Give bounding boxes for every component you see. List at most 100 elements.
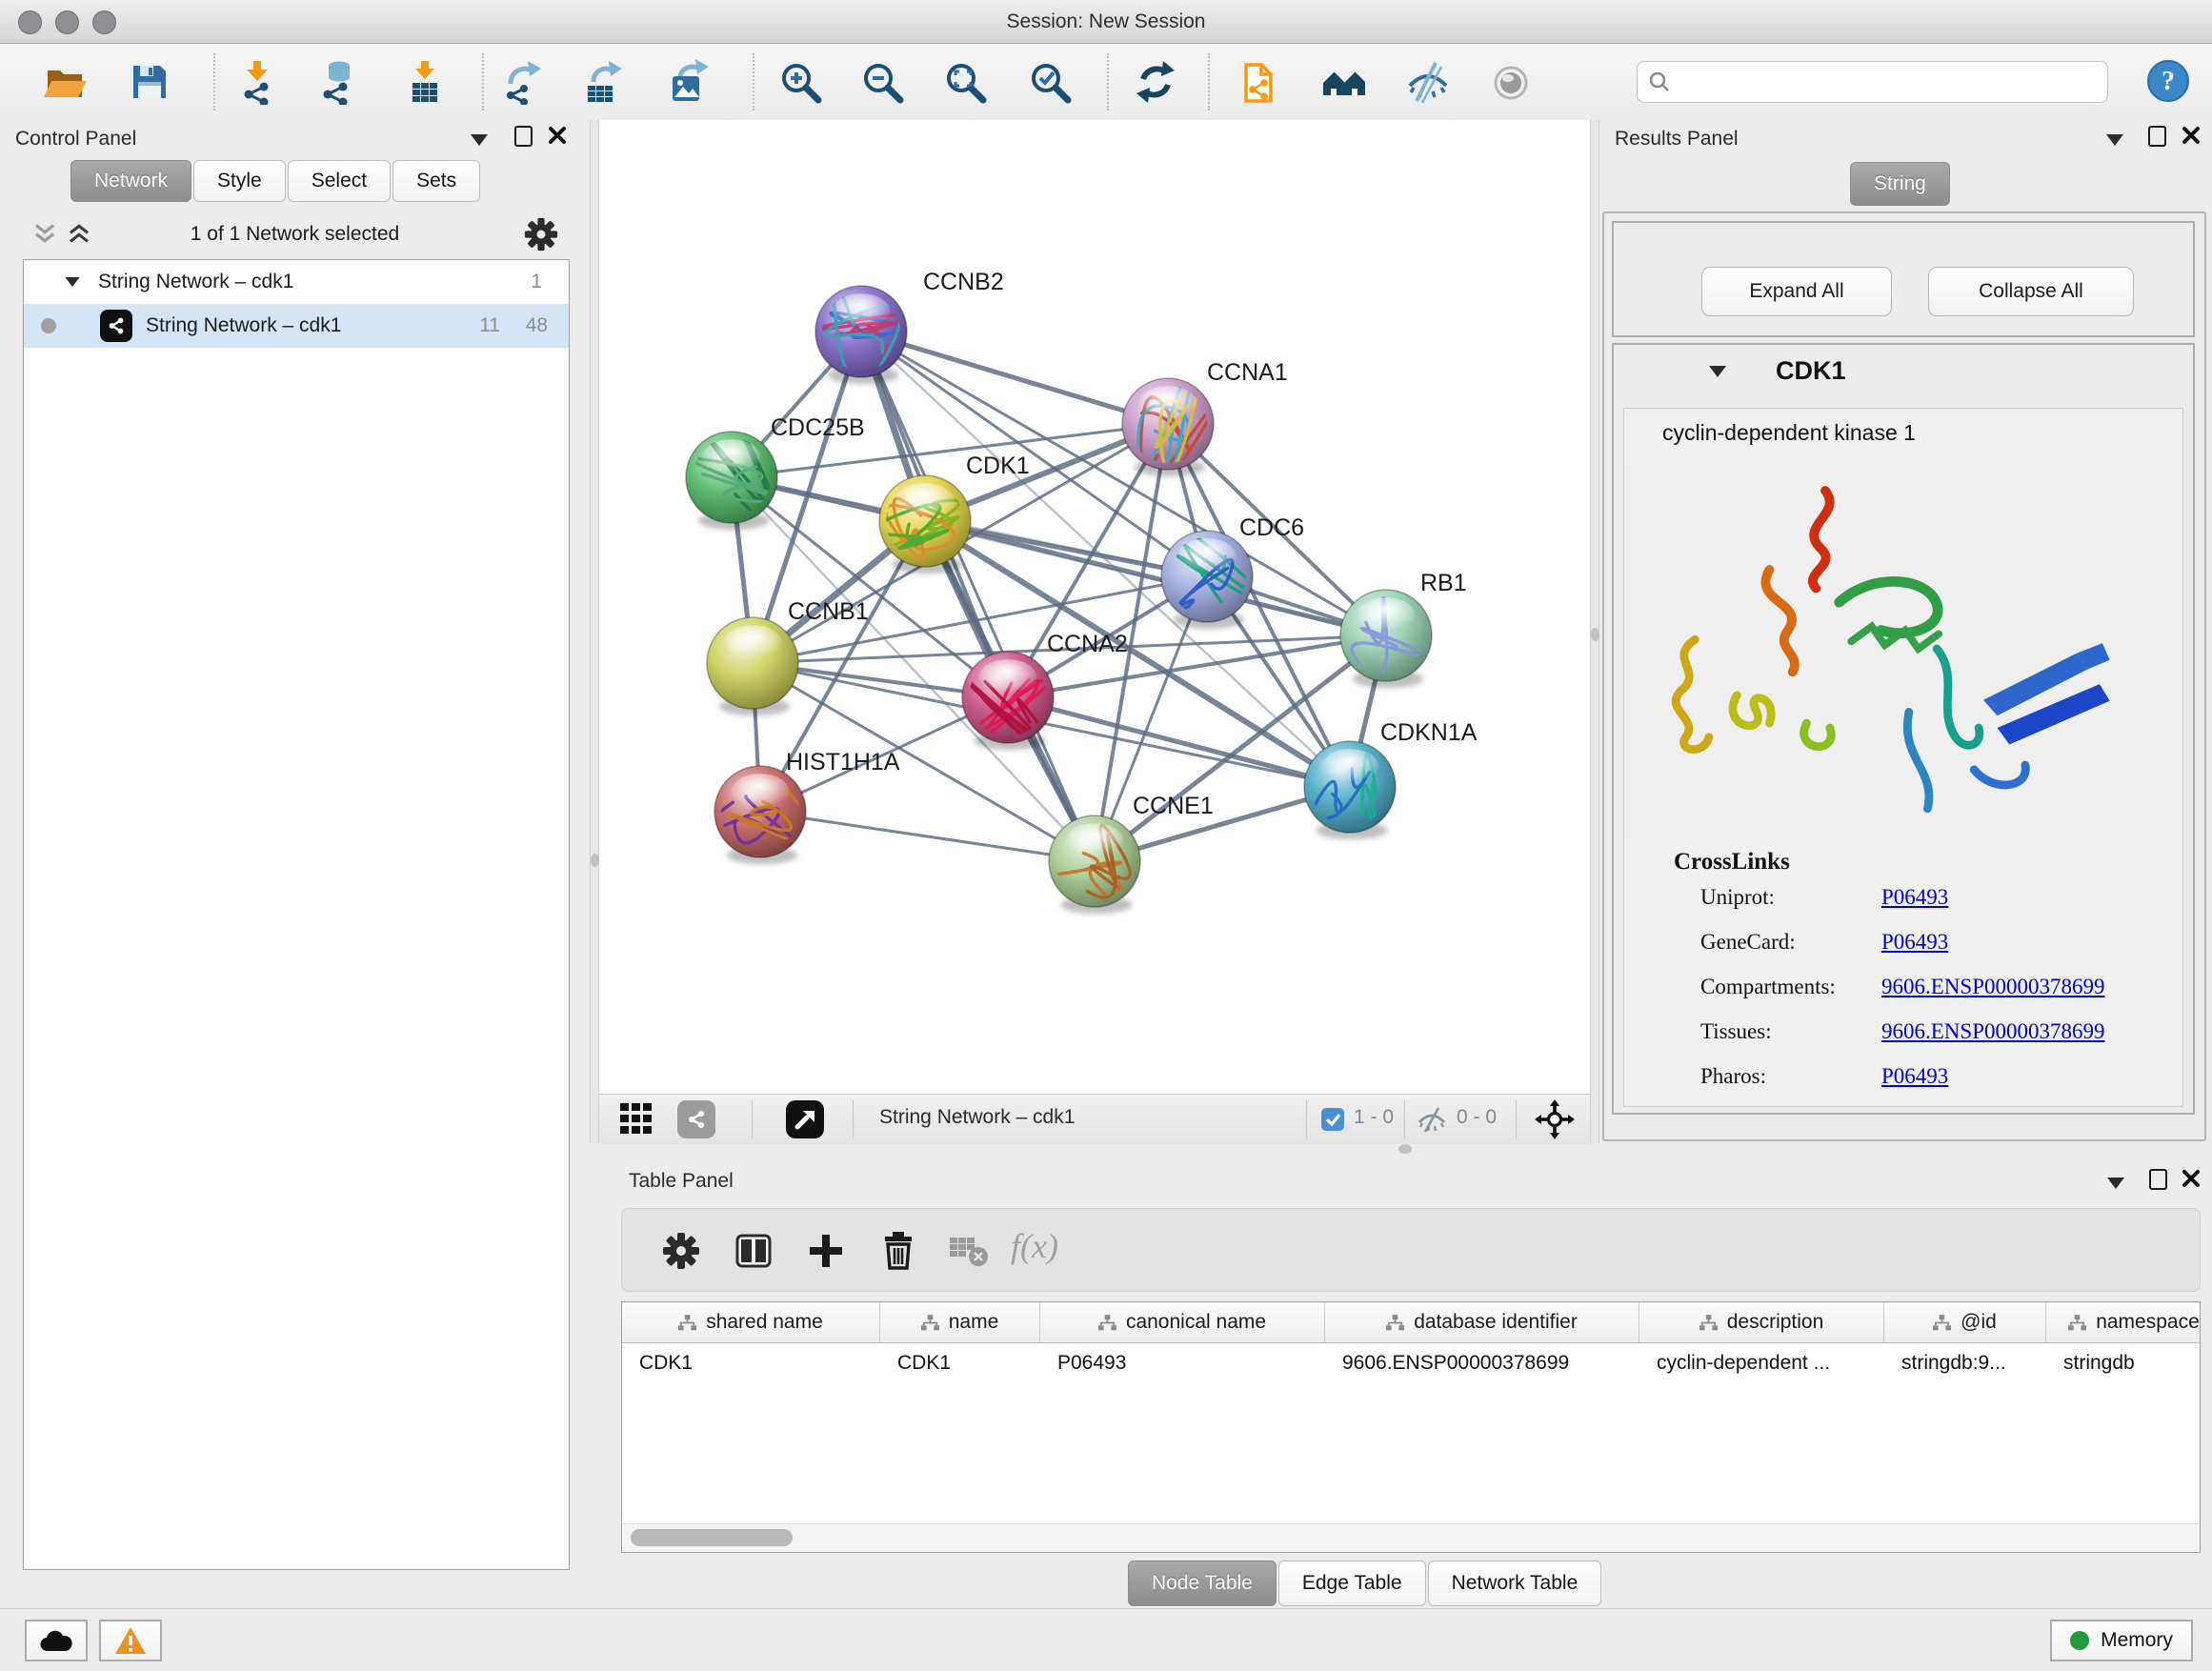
right-splitter-handle[interactable] [1591,628,1599,641]
cloud-button[interactable] [25,1620,88,1661]
share-file-icon[interactable] [1237,59,1282,105]
crosslink-link[interactable]: P06493 [1881,930,1948,955]
crosslink-link[interactable]: P06493 [1881,1064,1948,1089]
show-columns-icon[interactable] [734,1232,773,1270]
tab-select[interactable]: Select [288,160,391,202]
tab-node-table[interactable]: Node Table [1128,1560,1277,1606]
show-all-eye-icon[interactable] [1488,59,1534,105]
left-splitter[interactable] [590,120,599,1143]
tab-string[interactable]: String [1850,162,1950,206]
function-builder-icon[interactable]: f(x) [1011,1226,1058,1266]
gene-entry-expander-icon[interactable] [1709,366,1726,377]
table-cell[interactable]: stringdb [2046,1343,2201,1383]
detach-view-icon[interactable] [786,1100,824,1138]
selected-checkbox-icon[interactable] [1321,1108,1344,1131]
table-panel-float-icon[interactable] [2149,1169,2167,1190]
toolbar-separator [753,53,754,111]
crosslink-link[interactable]: 9606.ENSP00000378699 [1881,975,2105,999]
network-canvas[interactable]: CCNB2CCNA1CDC25BCDK1CDC6RB1CCNB1CCNA2CDK… [599,120,1590,1094]
export-table-icon[interactable] [582,59,628,105]
crosslink-link[interactable]: P06493 [1881,885,1948,910]
zoom-out-icon[interactable] [859,59,905,105]
help-icon[interactable]: ? [2146,59,2190,103]
add-column-icon[interactable] [807,1232,845,1270]
zoom-in-icon[interactable] [777,59,823,105]
tab-network-table[interactable]: Network Table [1428,1560,1602,1606]
save-session-icon[interactable] [127,59,172,105]
table-cell[interactable]: cyclin-dependent ... [1639,1343,1884,1383]
grid-view-icon[interactable] [620,1103,653,1136]
export-network-icon[interactable] [501,59,547,105]
canvas-toolbar-separator [853,1100,854,1138]
control-panel-title: Control Panel [15,128,136,151]
network-collection-row[interactable]: String Network – cdk1 1 [24,260,569,304]
memory-button[interactable]: Memory [2050,1620,2193,1661]
node-table-row[interactable]: CDK1CDK1P064939606.ENSP00000378699cyclin… [622,1343,2200,1383]
string-home-icon[interactable] [1321,59,1367,105]
column-header--id[interactable]: @id [1884,1302,2046,1342]
string-results-container: Expand All Collapse All CDK1 cyclin-depe… [1602,211,2206,1141]
search-icon [1647,70,1672,94]
table-cell[interactable]: 9606.ENSP00000378699 [1325,1343,1639,1383]
column-header-shared-name[interactable]: shared name [622,1302,880,1342]
pan-crosshair-icon[interactable] [1535,1099,1575,1139]
column-header-namespace[interactable]: namespace [2046,1302,2201,1342]
network-row[interactable]: String Network – cdk1 11 48 [24,304,569,348]
warning-button[interactable] [99,1620,162,1661]
table-horizontal-scrollbar[interactable] [623,1523,2201,1551]
column-header-canonical-name[interactable]: canonical name [1040,1302,1325,1342]
table-cell[interactable]: stringdb:9... [1884,1343,2046,1383]
delete-column-icon[interactable] [879,1230,917,1270]
refresh-icon[interactable] [1133,59,1178,105]
birds-eye-view-icon[interactable] [677,1100,715,1138]
control-panel-close-icon[interactable] [548,126,567,145]
column-header-database-identifier[interactable]: database identifier [1325,1302,1639,1342]
crosslink-link[interactable]: 9606.ENSP00000378699 [1881,1019,2105,1044]
table-cell[interactable]: CDK1 [622,1343,880,1383]
control-panel-float-icon[interactable] [514,126,533,147]
tab-style[interactable]: Style [193,160,286,202]
table-options-gear-icon[interactable] [662,1232,700,1270]
import-network-file-icon[interactable] [235,59,281,105]
delete-table-icon[interactable] [950,1236,990,1268]
column-header-description[interactable]: description [1639,1302,1884,1342]
node-label-CCNB2: CCNB2 [923,269,1004,295]
hide-selected-eye-icon[interactable] [1405,59,1451,105]
crosslink-row: Compartments:9606.ENSP00000378699 [1624,975,2184,1019]
zoom-selected-icon[interactable] [1027,59,1073,105]
toolbar-separator [1107,53,1109,111]
import-network-database-icon[interactable] [314,59,360,105]
results-panel-close-icon[interactable] [2182,126,2201,145]
protein-structure-image [1630,458,2177,839]
node-label-CCNA1: CCNA1 [1207,359,1288,386]
hidden-eye-icon[interactable] [1417,1106,1447,1133]
scrollbar-thumb[interactable] [631,1529,793,1546]
table-panel-collapse-icon[interactable] [2107,1178,2124,1189]
expand-all-button[interactable]: Expand All [1701,267,1892,316]
table-cell[interactable]: CDK1 [880,1343,1040,1383]
zoom-fit-icon[interactable] [942,59,988,105]
crosslink-row: Pharos:P06493 [1624,1064,2184,1109]
search-field[interactable] [1637,61,2108,103]
table-panel-close-icon[interactable] [2182,1169,2201,1188]
control-panel-collapse-icon[interactable] [471,134,488,146]
tab-edge-table[interactable]: Edge Table [1278,1560,1426,1606]
results-panel-collapse-icon[interactable] [2106,134,2123,146]
collapse-all-button[interactable]: Collapse All [1928,267,2134,316]
table-panel-title: Table Panel [629,1170,734,1193]
left-splitter-handle[interactable] [591,854,599,867]
tab-sets[interactable]: Sets [392,160,480,202]
tab-network[interactable]: Network [70,160,191,202]
column-header-name[interactable]: name [880,1302,1040,1342]
import-table-icon[interactable] [402,59,448,105]
network-options-gear-icon[interactable] [524,217,558,252]
results-panel: Results Panel String Expand All Collapse… [1599,120,2212,1143]
results-panel-float-icon[interactable] [2148,126,2166,147]
open-session-icon[interactable] [42,59,88,105]
search-input[interactable] [1678,70,2107,94]
table-cell[interactable]: P06493 [1040,1343,1325,1383]
collection-expander-icon[interactable] [65,277,79,287]
collection-label: String Network – cdk1 [98,271,293,293]
export-image-icon[interactable] [667,59,713,105]
horizontal-splitter-handle[interactable] [1398,1144,1412,1154]
